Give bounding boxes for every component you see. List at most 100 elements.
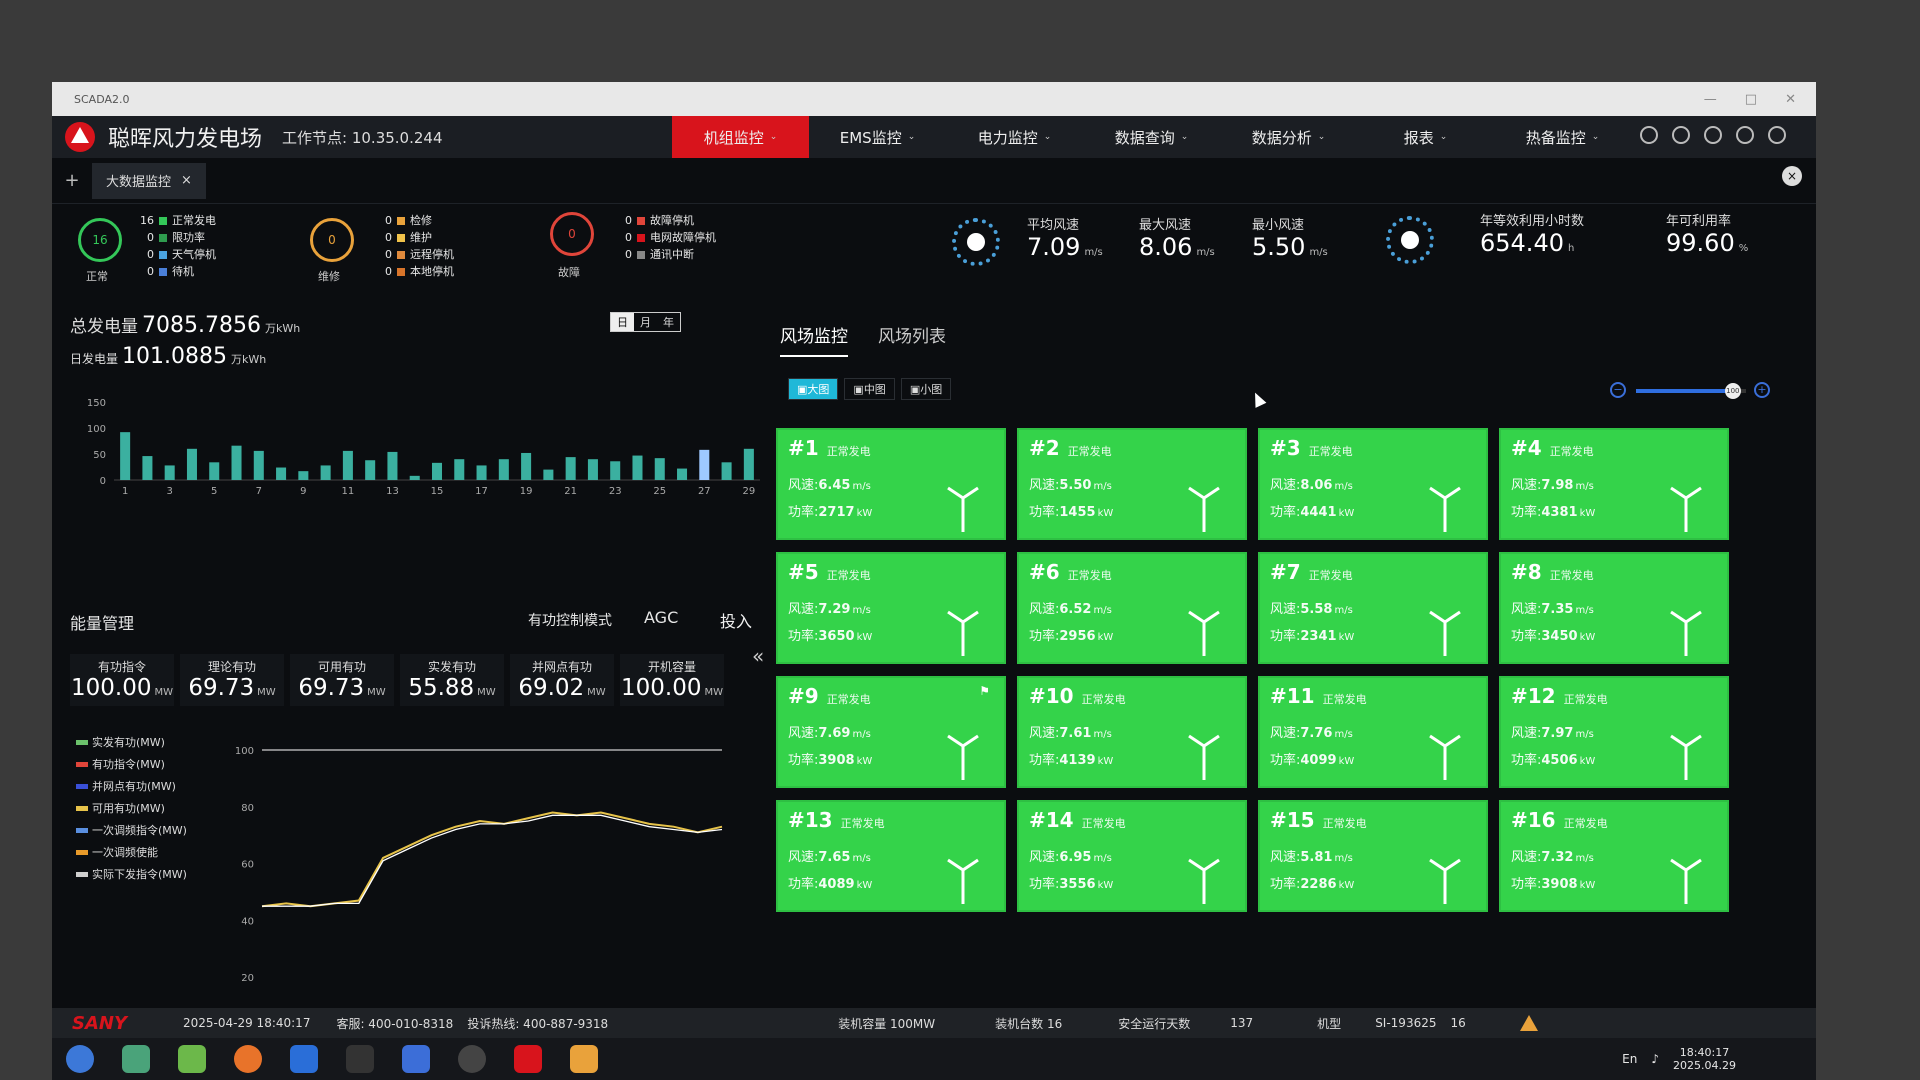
account-icon[interactable] bbox=[1736, 126, 1754, 144]
energy-kpi-label: 实发有功 bbox=[427, 660, 476, 674]
start-icon[interactable] bbox=[66, 1045, 94, 1073]
avg-wind-speed: 平均风速 7.09 m/s bbox=[1027, 218, 1103, 261]
zoom-slider[interactable]: − 100 + bbox=[1610, 380, 1770, 402]
status-footer: SANY 2025-04-29 18:40:17 客服: 400-010-831… bbox=[52, 1008, 1816, 1038]
globe-icon[interactable] bbox=[1640, 126, 1658, 144]
spreadsheet-icon[interactable] bbox=[178, 1045, 206, 1073]
browser-icon[interactable] bbox=[234, 1045, 262, 1073]
turbine-speed-value: 5.81 bbox=[1300, 850, 1333, 865]
turbine-card[interactable]: #14 正常发电 风速:6.95 m/s 功率:3556 kW bbox=[1017, 800, 1247, 912]
add-tab-button[interactable]: + bbox=[52, 170, 92, 191]
bar-mark bbox=[142, 456, 153, 480]
alert-app-icon[interactable] bbox=[570, 1045, 598, 1073]
maximize-button[interactable]: □ bbox=[1745, 92, 1757, 107]
turbine-card[interactable]: #6 正常发电 风速:6.52 m/s 功率:2956 kW bbox=[1017, 552, 1247, 664]
terminal-icon[interactable] bbox=[346, 1045, 374, 1073]
footer-service: 客服: 400-010-8318 bbox=[336, 1016, 454, 1031]
bar-mark bbox=[209, 462, 220, 480]
legend-label: 待机 bbox=[172, 265, 194, 278]
period-month-button[interactable]: 月 bbox=[634, 313, 657, 331]
view-large-button[interactable]: ▣ 大图 bbox=[788, 378, 839, 400]
turbine-card[interactable]: #8 正常发电 风速:7.35 m/s 功率:3450 kW bbox=[1499, 552, 1729, 664]
turbine-card[interactable]: #4 正常发电 风速:7.98 m/s 功率:4381 kW bbox=[1499, 428, 1729, 540]
menu-item-5[interactable]: 报表 ⌄ bbox=[1357, 116, 1494, 158]
shield-icon[interactable] bbox=[402, 1045, 430, 1073]
turbine-id: #5 bbox=[788, 560, 819, 584]
turbine-power-value: 3450 bbox=[1541, 629, 1578, 644]
bar-mark bbox=[543, 469, 554, 480]
turbine-card[interactable]: #12 正常发电 风速:7.97 m/s 功率:4506 kW bbox=[1499, 676, 1729, 788]
warning-icon[interactable] bbox=[1519, 1015, 1538, 1031]
tab-farm-list[interactable]: 风场列表 bbox=[878, 322, 946, 357]
info-icon[interactable] bbox=[458, 1045, 486, 1073]
zoom-thumb[interactable]: 100 bbox=[1724, 383, 1741, 399]
menu-item-1[interactable]: EMS监控 ⌄ bbox=[809, 116, 946, 158]
collapse-panel-icon[interactable]: « bbox=[752, 644, 764, 668]
user-icon[interactable] bbox=[1672, 126, 1690, 144]
turbine-speed-value: 6.95 bbox=[1059, 850, 1092, 865]
bar-mark bbox=[699, 449, 710, 480]
menu-item-2[interactable]: 电力监控 ⌄ bbox=[946, 116, 1083, 158]
legend-label: 本地停机 bbox=[410, 265, 454, 278]
close-all-tabs-button[interactable]: × bbox=[1782, 166, 1802, 186]
turbine-power-label: 功率: bbox=[1270, 877, 1301, 892]
bar-mark bbox=[186, 448, 197, 480]
turbine-power-value: 3650 bbox=[818, 629, 855, 644]
period-day-button[interactable]: 日 bbox=[611, 313, 634, 331]
period-year-button[interactable]: 年 bbox=[657, 313, 680, 331]
footer-complaint: 投诉热线: 400-887-9318 bbox=[467, 1016, 609, 1031]
close-window-button[interactable]: ✕ bbox=[1785, 92, 1796, 107]
files-icon[interactable] bbox=[122, 1045, 150, 1073]
energy-kpi-value-row: 100.00 MW bbox=[620, 675, 724, 701]
energy-kpi-unit: MW bbox=[154, 687, 173, 698]
line-legend-swatch bbox=[76, 784, 88, 789]
scada-app-icon[interactable] bbox=[514, 1045, 542, 1073]
energy-title: 能量管理 bbox=[70, 614, 135, 633]
turbine-speed-label: 风速: bbox=[1270, 850, 1301, 865]
control-enable-button[interactable]: 投入 bbox=[720, 608, 752, 632]
tab-close-icon[interactable]: × bbox=[181, 173, 192, 188]
minimize-button[interactable]: — bbox=[1704, 92, 1717, 107]
zoom-in-icon[interactable]: + bbox=[1754, 382, 1770, 398]
turbine-card[interactable]: #16 正常发电 风速:7.32 m/s 功率:3908 kW bbox=[1499, 800, 1729, 912]
folder-icon[interactable] bbox=[290, 1045, 318, 1073]
turbine-status: 正常发电 bbox=[1549, 445, 1594, 458]
turbine-power-value: 4089 bbox=[818, 877, 855, 892]
fullscreen-icon[interactable] bbox=[1768, 126, 1786, 144]
zoom-out-icon[interactable]: − bbox=[1610, 382, 1626, 398]
turbine-status: 正常发电 bbox=[1081, 817, 1126, 830]
tab-farm-monitor[interactable]: 风场监控 bbox=[780, 322, 848, 357]
turbine-speed-unit: m/s bbox=[1575, 605, 1594, 616]
bar-mark bbox=[743, 448, 754, 480]
turbine-card[interactable]: #9 正常发电 风速:7.69 m/s 功率:3908 kW ⚑ bbox=[776, 676, 1006, 788]
wind-turbine-icon bbox=[1426, 728, 1464, 780]
chevron-down-icon: ⌄ bbox=[1439, 132, 1448, 142]
menu-item-4[interactable]: 数据分析 ⌄ bbox=[1220, 116, 1357, 158]
turbine-power-label: 功率: bbox=[1511, 877, 1542, 892]
gear-icon[interactable] bbox=[1704, 126, 1722, 144]
turbine-power-value: 3908 bbox=[1541, 877, 1578, 892]
turbine-card[interactable]: #13 正常发电 风速:7.65 m/s 功率:4089 kW bbox=[776, 800, 1006, 912]
turbine-speed-unit: m/s bbox=[1334, 481, 1353, 492]
language-indicator[interactable]: En bbox=[1622, 1052, 1637, 1066]
turbine-card[interactable]: #11 正常发电 风速:7.76 m/s 功率:4099 kW bbox=[1258, 676, 1488, 788]
line-y-tick: 40 bbox=[241, 916, 254, 927]
menu-item-6[interactable]: 热备监控 ⌄ bbox=[1494, 116, 1631, 158]
turbine-card[interactable]: #3 正常发电 风速:8.06 m/s 功率:4441 kW bbox=[1258, 428, 1488, 540]
view-medium-button[interactable]: ▣ 中图 bbox=[844, 378, 895, 400]
turbine-card[interactable]: #1 正常发电 风速:6.45 m/s 功率:2717 kW bbox=[776, 428, 1006, 540]
tab-big-data-monitor[interactable]: 大数据监控 × bbox=[92, 162, 206, 199]
bar-x-tick: 23 bbox=[609, 486, 622, 497]
legend-label: 天气停机 bbox=[172, 248, 216, 261]
turbine-card[interactable]: #5 正常发电 风速:7.29 m/s 功率:3650 kW bbox=[776, 552, 1006, 664]
legend-row: 0 电网故障停机 bbox=[618, 229, 716, 246]
menu-item-0[interactable]: 机组监控 ⌄ bbox=[672, 116, 809, 158]
volume-icon[interactable]: ♪ bbox=[1651, 1052, 1659, 1066]
line-y-tick: 80 bbox=[241, 803, 254, 814]
turbine-card[interactable]: #2 正常发电 风速:5.50 m/s 功率:1455 kW bbox=[1017, 428, 1247, 540]
turbine-card[interactable]: #7 正常发电 风速:5.58 m/s 功率:2341 kW bbox=[1258, 552, 1488, 664]
menu-item-3[interactable]: 数据查询 ⌄ bbox=[1083, 116, 1220, 158]
turbine-card[interactable]: #15 正常发电 风速:5.81 m/s 功率:2286 kW bbox=[1258, 800, 1488, 912]
view-small-button[interactable]: ▣ 小图 bbox=[900, 378, 952, 400]
turbine-card[interactable]: #10 正常发电 风速:7.61 m/s 功率:4139 kW bbox=[1017, 676, 1247, 788]
